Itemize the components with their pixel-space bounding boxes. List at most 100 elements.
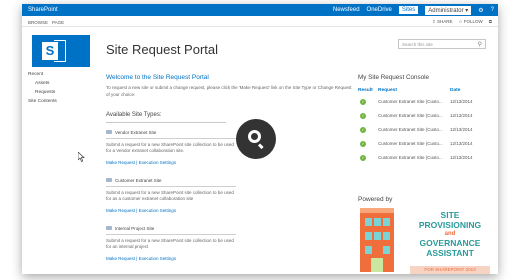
- sharepoint-logo-icon: S: [42, 42, 58, 60]
- success-icon: ✓: [360, 113, 366, 119]
- table-row[interactable]: ✓ Customer Extranet Site (Custo... 12/13…: [358, 141, 498, 149]
- folder-icon: [106, 178, 112, 182]
- site-type-actions: Make Request | Execution Settings: [106, 208, 176, 213]
- make-request-link[interactable]: Make Request: [106, 208, 135, 213]
- tab-browse[interactable]: BROWSE: [28, 20, 48, 25]
- success-icon: ✓: [360, 155, 366, 161]
- site-type-description: Submit a request for a new SharePoint si…: [106, 190, 234, 201]
- product-logo[interactable]: SITE PROVISIONING and GOVERNANCE ASSISTA…: [358, 208, 498, 274]
- product-line: PROVISIONING: [418, 220, 482, 230]
- suite-bar: SharePoint Newsfeed OneDrive Sites Admin…: [22, 4, 498, 16]
- column-result: Result: [358, 88, 373, 93]
- building-window: [374, 232, 381, 240]
- table-row[interactable]: ✓ Customer Extranet Site (Custo... 12/13…: [358, 155, 498, 163]
- product-edition-banner: FOR SHAREPOINT 2013: [410, 266, 490, 274]
- building-window: [383, 232, 390, 240]
- building-window: [365, 232, 372, 240]
- request-cell[interactable]: Customer Extranet Site (Custo...: [378, 141, 443, 146]
- nav-requests[interactable]: Requests: [28, 90, 57, 99]
- site-type-divider: [106, 138, 236, 139]
- site-type-description: Submit a request for a new SharePoint si…: [106, 142, 234, 153]
- column-date: Date: [450, 88, 461, 93]
- request-cell[interactable]: Customer Extranet Site (Custo...: [378, 113, 443, 118]
- sharepoint-brand[interactable]: SharePoint: [28, 7, 58, 13]
- quick-launch: Recent Assets Requests Site Contents: [28, 72, 57, 108]
- date-cell: 12/13/2014: [450, 141, 473, 146]
- product-line: GOVERNANCE: [419, 238, 481, 248]
- site-type-card: Customer Extranet Site Submit a request …: [106, 176, 236, 213]
- site-type-name: Internal Project Site: [115, 225, 155, 231]
- site-type-actions: Make Request | Execution Settings: [106, 256, 176, 261]
- user-menu[interactable]: Administrator ▾: [425, 5, 472, 15]
- success-icon: ✓: [360, 99, 366, 105]
- site-logo[interactable]: S: [32, 35, 90, 67]
- site-type-divider: [106, 186, 236, 187]
- table-row[interactable]: ✓ Customer Extranet Site (Custo... 12/13…: [358, 127, 498, 135]
- search-placeholder: Search this site: [402, 42, 433, 47]
- request-cell[interactable]: Customer Extranet Site (Custo...: [378, 155, 443, 160]
- make-request-link[interactable]: Make Request: [106, 160, 135, 165]
- gear-icon[interactable]: ⚙: [478, 7, 483, 14]
- product-line: SITE: [440, 210, 460, 220]
- magnifier-handle: [257, 143, 264, 150]
- sites-link[interactable]: Sites: [398, 6, 419, 14]
- site-type-divider: [106, 234, 236, 235]
- date-cell: 12/13/2014: [450, 155, 473, 160]
- tab-page[interactable]: PAGE: [52, 20, 64, 25]
- product-line: and: [444, 231, 456, 237]
- share-icon: ⇪: [431, 19, 436, 24]
- request-cell[interactable]: Customer Extranet Site (Custo...: [378, 127, 443, 132]
- date-cell: 12/13/2014: [450, 127, 473, 132]
- focus-icon[interactable]: ⧉: [489, 19, 492, 25]
- welcome-heading: Welcome to the Site Request Portal: [106, 74, 209, 81]
- nav-assets[interactable]: Assets: [28, 81, 57, 90]
- share-button[interactable]: ⇪ SHARE: [432, 19, 453, 25]
- suite-links: Newsfeed OneDrive Sites Administrator ▾ …: [333, 4, 494, 16]
- folder-icon: [106, 226, 112, 230]
- request-cell[interactable]: Customer Extranet Site (Custo...: [378, 99, 443, 104]
- building-window: [365, 246, 372, 254]
- product-name: SITE PROVISIONING and GOVERNANCE ASSISTA…: [408, 210, 492, 258]
- ribbon: BROWSE PAGE ⇪ SHARE ☆ FOLLOW ⧉: [22, 16, 498, 27]
- onedrive-link[interactable]: OneDrive: [367, 7, 392, 13]
- mouse-pointer-icon: [78, 152, 85, 162]
- star-icon: ☆: [458, 19, 463, 24]
- search-input[interactable]: Search this site ⚲: [398, 39, 486, 49]
- newsfeed-link[interactable]: Newsfeed: [333, 7, 360, 13]
- nav-site-contents[interactable]: Site Contents: [28, 99, 57, 108]
- table-row[interactable]: ✓ Customer Extranet Site (Custo... 12/13…: [358, 113, 498, 121]
- site-types-divider: [106, 122, 226, 123]
- site-type-title: Internal Project Site: [106, 224, 236, 232]
- magnifier-glass: [248, 130, 261, 143]
- execution-settings-link[interactable]: Execution Settings: [139, 208, 176, 213]
- page-title: Site Request Portal: [106, 42, 219, 57]
- date-cell: 12/13/2014: [450, 113, 473, 118]
- building-window: [374, 218, 381, 226]
- site-type-actions: Make Request | Execution Settings: [106, 160, 176, 165]
- ribbon-actions: ⇪ SHARE ☆ FOLLOW ⧉: [432, 19, 492, 25]
- nav-recent[interactable]: Recent: [28, 72, 57, 81]
- execution-settings-link[interactable]: Execution Settings: [139, 160, 176, 165]
- follow-button[interactable]: ☆ FOLLOW: [458, 19, 482, 25]
- follow-label: FOLLOW: [463, 19, 483, 24]
- make-request-link[interactable]: Make Request: [106, 256, 135, 261]
- building-window: [365, 218, 372, 226]
- site-type-card: Internal Project Site Submit a request f…: [106, 224, 236, 261]
- welcome-intro: To request a new site or submit a change…: [106, 85, 352, 97]
- magnifier-icon[interactable]: [236, 119, 276, 159]
- powered-by-label: Powered by: [358, 196, 393, 203]
- building-illustration: [360, 208, 394, 272]
- help-icon[interactable]: ?: [491, 7, 494, 13]
- site-type-description: Submit a request for a new SharePoint si…: [106, 238, 234, 249]
- site-type-title: Customer Extranet Site: [106, 176, 236, 184]
- building-roof: [360, 208, 394, 213]
- search-icon[interactable]: ⚲: [478, 41, 482, 48]
- table-row[interactable]: ✓ Customer Extranet Site (Custo... 12/13…: [358, 99, 498, 107]
- site-type-name: Vendor Extranet Site: [115, 129, 157, 135]
- site-types-heading: Available Site Types:: [106, 112, 162, 118]
- console-title: My Site Request Console: [358, 74, 430, 81]
- success-icon: ✓: [360, 141, 366, 147]
- execution-settings-link[interactable]: Execution Settings: [139, 256, 176, 261]
- building-window: [383, 218, 390, 226]
- date-cell: 12/13/2014: [450, 99, 473, 104]
